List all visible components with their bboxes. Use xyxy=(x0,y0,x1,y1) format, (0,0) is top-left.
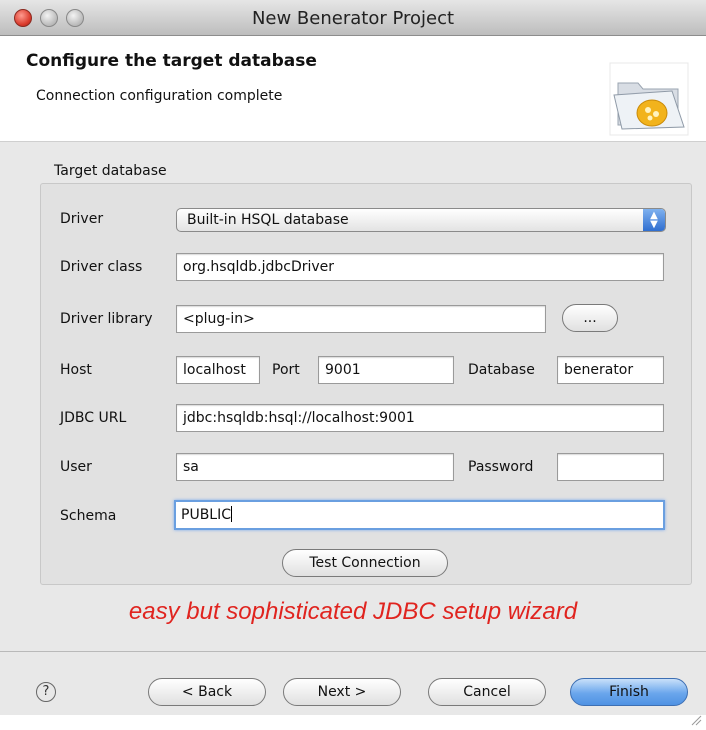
schema-field[interactable]: PUBLIC xyxy=(174,500,665,530)
text-caret xyxy=(231,506,232,522)
next-button[interactable]: Next > xyxy=(283,678,401,706)
browse-button[interactable]: ... xyxy=(562,304,618,332)
resize-grip-icon[interactable] xyxy=(690,714,702,726)
cancel-button[interactable]: Cancel xyxy=(428,678,546,706)
help-icon[interactable]: ? xyxy=(36,682,56,702)
host-field[interactable]: localhost xyxy=(176,356,260,384)
test-connection-button[interactable]: Test Connection xyxy=(282,549,448,577)
database-label: Database xyxy=(468,362,535,378)
schema-label: Schema xyxy=(60,508,117,524)
driver-select-value: Built-in HSQL database xyxy=(187,212,349,228)
window-title: New Benerator Project xyxy=(251,8,455,29)
user-label: User xyxy=(60,459,92,475)
group-label: Target database xyxy=(54,163,167,179)
page-subtitle: Connection configuration complete xyxy=(36,88,283,104)
page-title: Configure the target database xyxy=(26,51,317,71)
jdbc-url-field[interactable]: jdbc:hsqldb:hsql://localhost:9001 xyxy=(176,404,664,432)
password-field[interactable] xyxy=(557,453,664,481)
footer-separator xyxy=(0,651,706,652)
port-label: Port xyxy=(272,362,300,378)
promo-caption: easy but sophisticated JDBC setup wizard xyxy=(128,598,578,625)
host-label: Host xyxy=(60,362,92,378)
back-button[interactable]: < Back xyxy=(148,678,266,706)
finish-button[interactable]: Finish xyxy=(570,678,688,706)
driver-select[interactable]: Built-in HSQL database ▲ ▼ xyxy=(176,208,666,232)
schema-value: PUBLIC xyxy=(181,507,231,523)
user-field[interactable]: sa xyxy=(176,453,454,481)
port-field[interactable]: 9001 xyxy=(318,356,454,384)
database-field[interactable]: benerator xyxy=(557,356,664,384)
driver-library-label: Driver library xyxy=(60,311,153,327)
select-arrows-icon: ▲ ▼ xyxy=(643,209,665,231)
driver-label: Driver xyxy=(60,211,104,227)
password-label: Password xyxy=(468,459,534,475)
jdbc-url-label: JDBC URL xyxy=(60,410,127,426)
driver-class-field[interactable]: org.hsqldb.jdbcDriver xyxy=(176,253,664,281)
driver-class-label: Driver class xyxy=(60,259,143,275)
wizard-header: Configure the target database Connection… xyxy=(0,37,706,141)
driver-library-field[interactable]: <plug-in> xyxy=(176,305,546,333)
wizard-folder-icon xyxy=(609,62,689,136)
title-bar: New Benerator Project xyxy=(0,0,706,36)
